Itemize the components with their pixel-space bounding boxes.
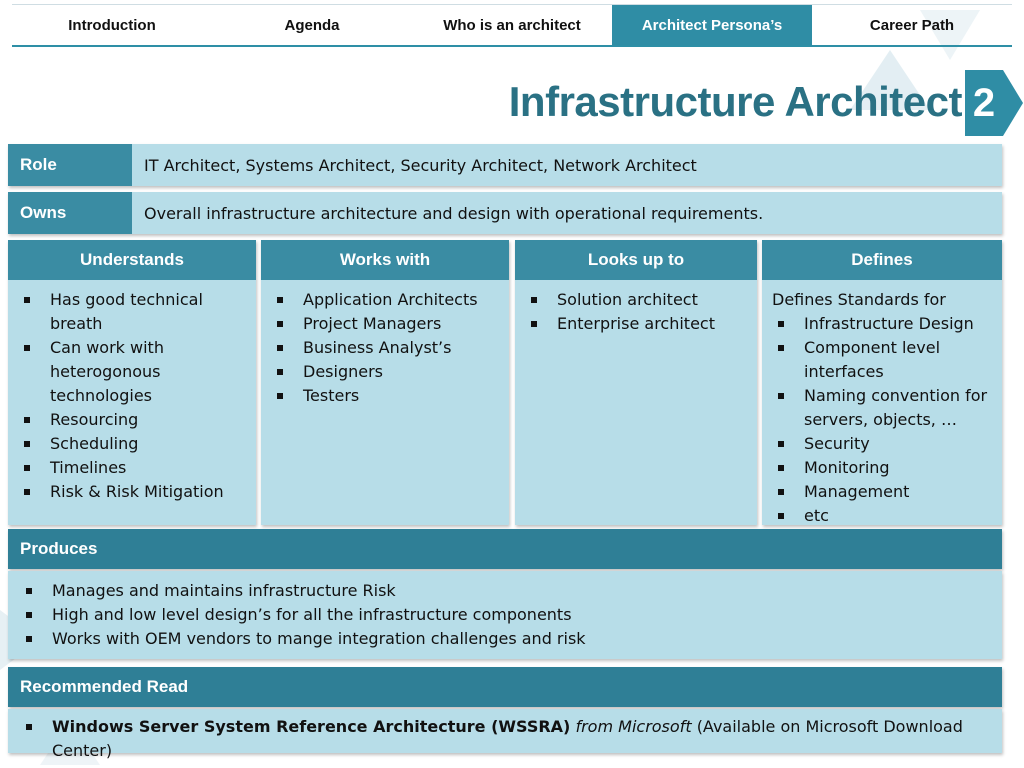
list-item: Application Architects bbox=[271, 288, 499, 312]
recommended-source: from Microsoft bbox=[575, 717, 692, 736]
tab-career-path[interactable]: Career Path bbox=[812, 5, 1012, 45]
produces-panel: Manages and maintains infrastructure Ris… bbox=[8, 571, 1002, 659]
list-item: Testers bbox=[271, 384, 499, 408]
owns-label: Owns bbox=[8, 192, 132, 234]
works-with-header: Works with bbox=[261, 240, 509, 280]
list-item: Naming convention for servers, objects, … bbox=[772, 384, 992, 432]
owns-text: Overall infrastructure architecture and … bbox=[144, 203, 764, 223]
recommended-title: Windows Server System Reference Architec… bbox=[52, 717, 571, 736]
list-item: High and low level design’s for all the … bbox=[20, 603, 990, 627]
defines-intro: Defines Standards for bbox=[772, 290, 946, 309]
list-item: Solution architect bbox=[525, 288, 747, 312]
recommended-read-panel: Windows Server System Reference Architec… bbox=[8, 709, 1002, 760]
tab-who-is-an-architect[interactable]: Who is an architect bbox=[412, 5, 612, 45]
list-item: Risk & Risk Mitigation bbox=[18, 480, 246, 504]
list-item: Has good technical breath bbox=[18, 288, 246, 336]
produces-header: Produces bbox=[8, 529, 1002, 569]
looks-up-to-column: Looks up to Solution architect Enterpris… bbox=[515, 240, 757, 525]
list-item: Business Analyst’s bbox=[271, 336, 499, 360]
recommended-read-header: Recommended Read bbox=[8, 667, 1002, 707]
slide-number-badge: 2 bbox=[965, 70, 1003, 136]
tab-introduction[interactable]: Introduction bbox=[12, 5, 212, 45]
role-row: Role IT Architect, Systems Architect, Se… bbox=[8, 144, 1002, 186]
arrow-right-icon bbox=[1003, 70, 1023, 136]
list-item: Scheduling bbox=[18, 432, 246, 456]
list-item: Management bbox=[772, 480, 992, 504]
list-item: Infrastructure Design bbox=[772, 312, 992, 336]
looks-up-to-header: Looks up to bbox=[515, 240, 757, 280]
recommended-item: Windows Server System Reference Architec… bbox=[20, 715, 990, 763]
list-item: Works with OEM vendors to mange integrat… bbox=[20, 627, 990, 651]
list-item: Designers bbox=[271, 360, 499, 384]
list-item: Monitoring bbox=[772, 456, 992, 480]
role-text: IT Architect, Systems Architect, Securit… bbox=[144, 155, 697, 175]
top-navigation: Introduction Agenda Who is an architect … bbox=[12, 4, 1012, 47]
defines-header: Defines bbox=[762, 240, 1002, 280]
tab-architect-personas[interactable]: Architect Persona’s bbox=[612, 5, 812, 45]
list-item: Project Managers bbox=[271, 312, 499, 336]
role-label: Role bbox=[8, 144, 132, 186]
works-with-column: Works with Application Architects Projec… bbox=[261, 240, 509, 525]
tab-agenda[interactable]: Agenda bbox=[212, 5, 412, 45]
list-item: Enterprise architect bbox=[525, 312, 747, 336]
list-item: Timelines bbox=[18, 456, 246, 480]
defines-column: Defines Defines Standards for Infrastruc… bbox=[762, 240, 1002, 525]
list-item: Can work with heterogonous technologies bbox=[18, 336, 246, 408]
list-item: etc bbox=[772, 504, 992, 528]
understands-header: Understands bbox=[8, 240, 256, 280]
list-item: Security bbox=[772, 432, 992, 456]
owns-row: Owns Overall infrastructure architecture… bbox=[8, 192, 1002, 234]
understands-column: Understands Has good technical breath Ca… bbox=[8, 240, 256, 525]
list-item: Component level interfaces bbox=[772, 336, 992, 384]
list-item: Resourcing bbox=[18, 408, 246, 432]
list-item: Manages and maintains infrastructure Ris… bbox=[20, 579, 990, 603]
page-title: Infrastructure Architect bbox=[508, 78, 963, 125]
